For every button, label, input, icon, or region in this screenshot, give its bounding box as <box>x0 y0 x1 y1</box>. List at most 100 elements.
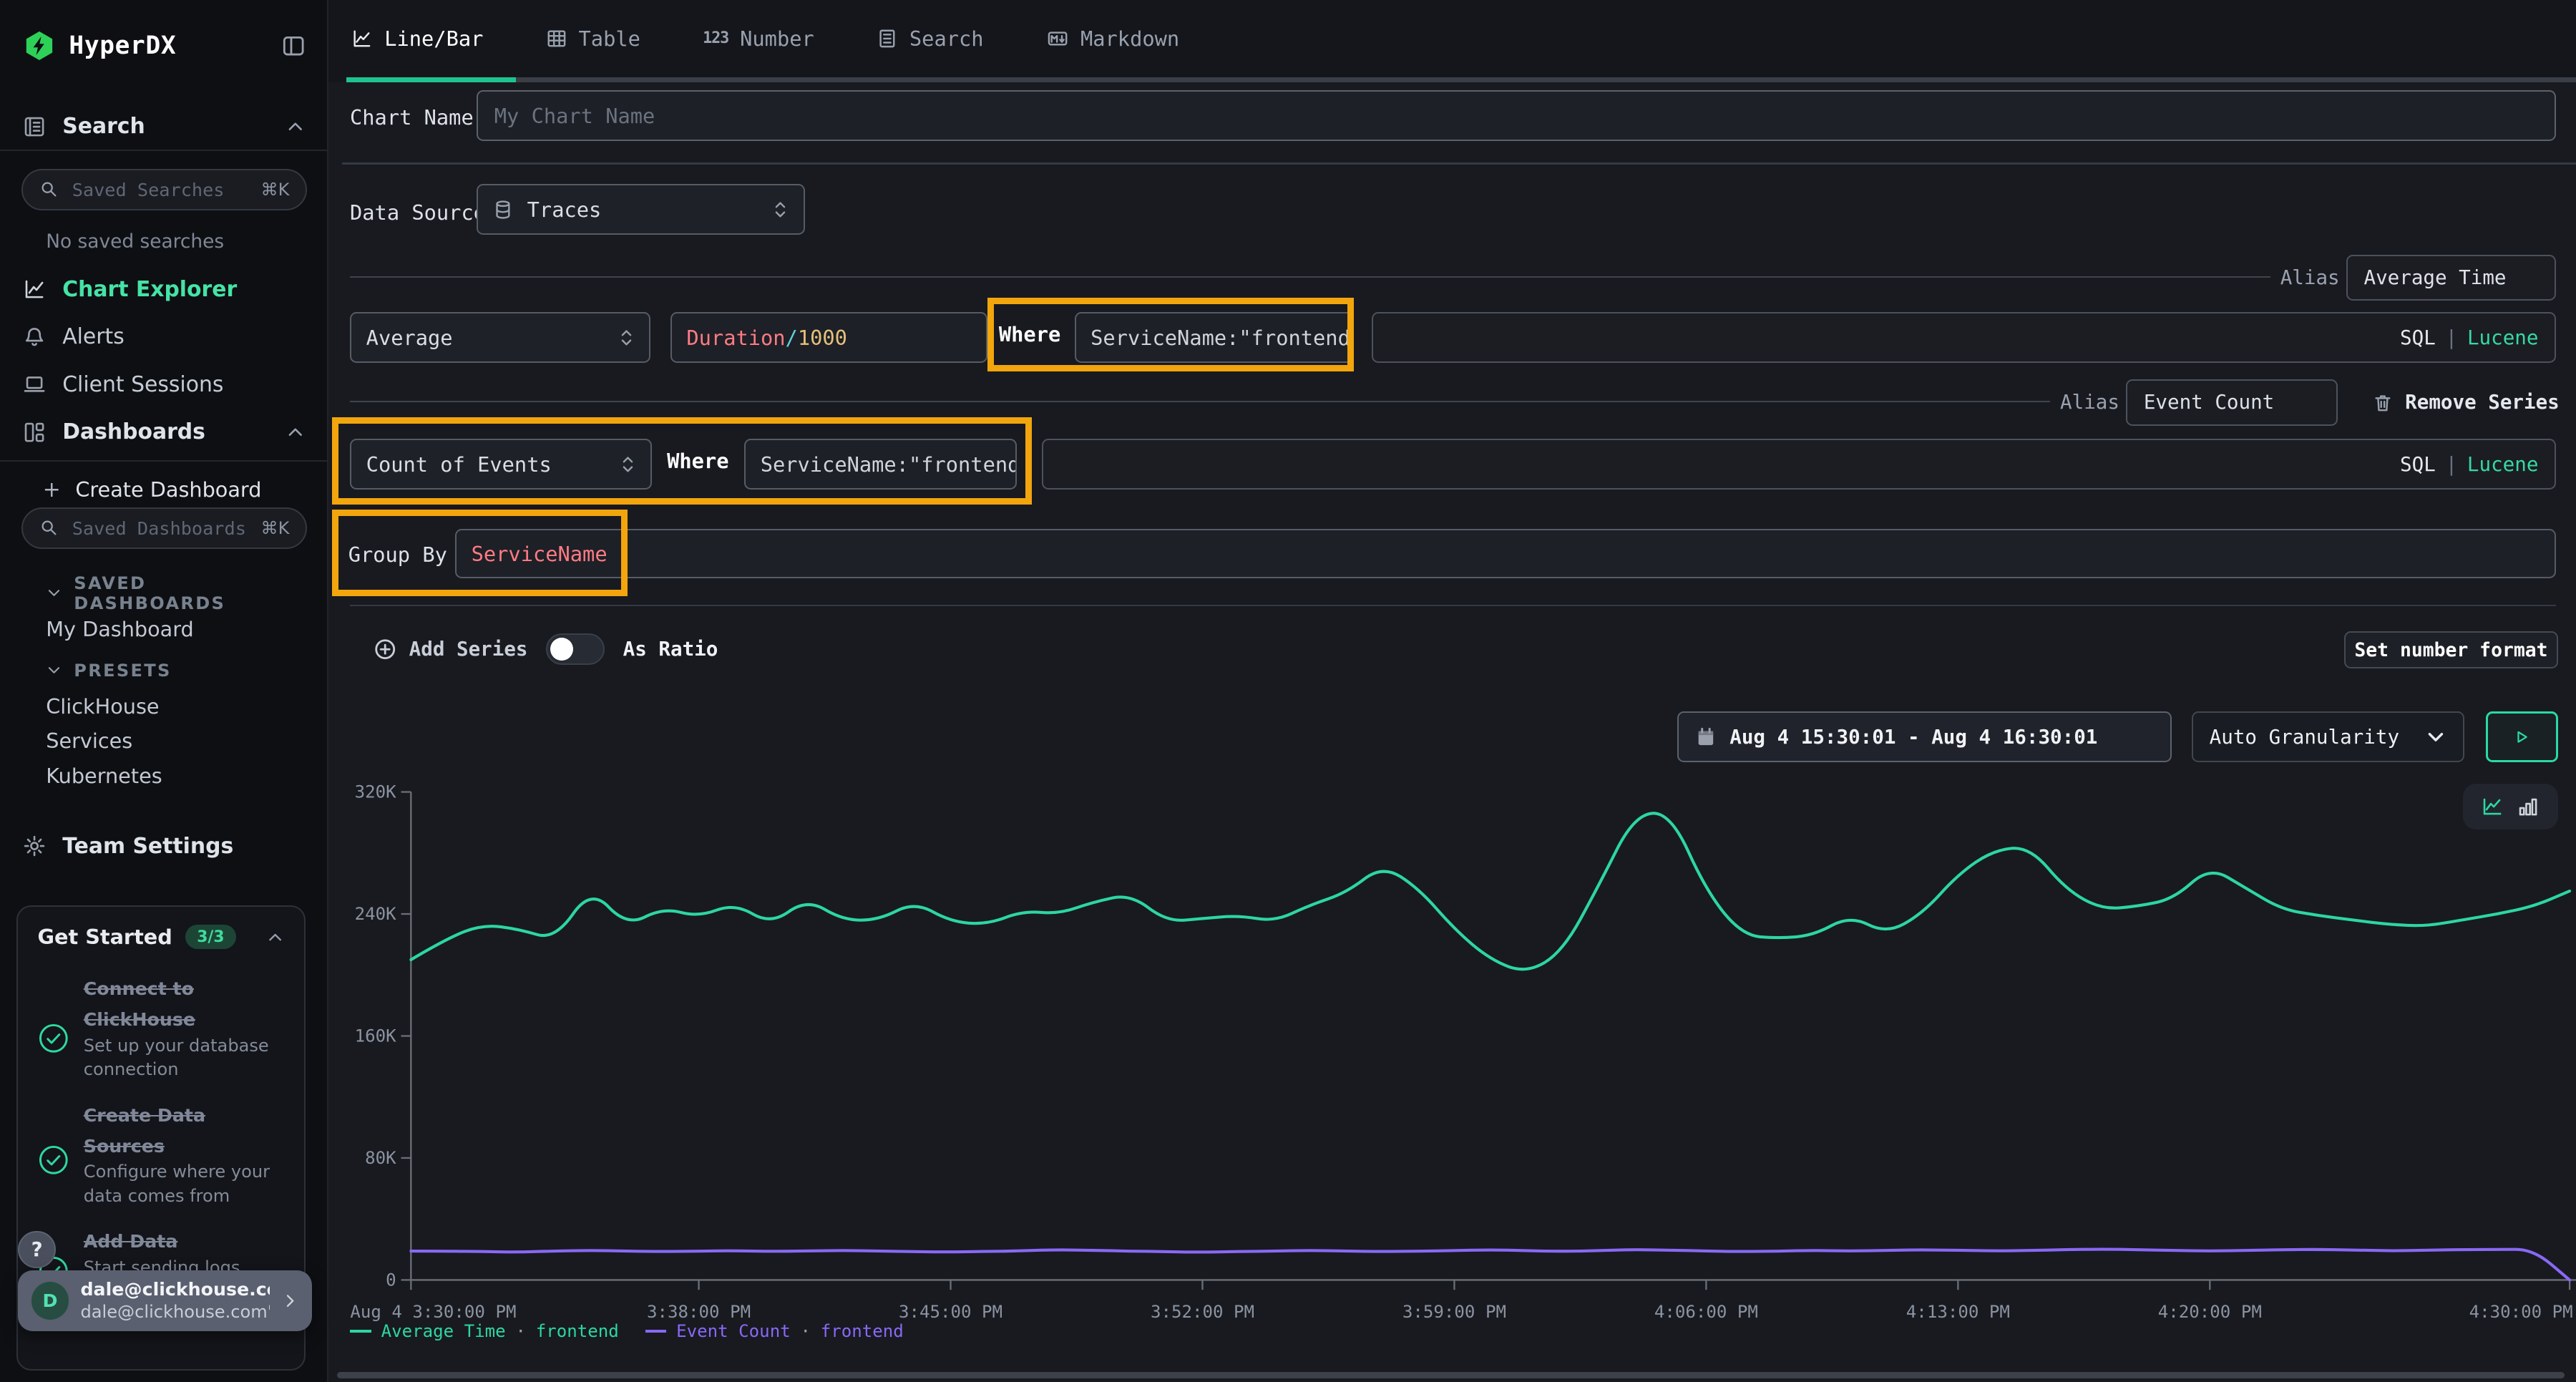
tab-number[interactable]: 123 Number <box>703 26 814 51</box>
legend-item-event-count[interactable]: Event Count · frontend <box>645 1321 904 1341</box>
sql-toggle[interactable]: SQL <box>2400 326 2436 349</box>
series1-where-field[interactable]: ServiceName:"frontend" <box>1075 312 1354 363</box>
timeseries-chart[interactable]: 080K160K240K320KAug 4 3:30:00 PM3:38:00 … <box>337 772 2576 1339</box>
sidebar-item-chart-explorer[interactable]: Chart Explorer <box>0 270 328 309</box>
saved-dashboards-field[interactable] <box>69 516 251 540</box>
toggle-knob <box>550 638 573 661</box>
sql-toggle[interactable]: SQL <box>2400 453 2436 476</box>
chevron-down-icon <box>2425 726 2446 748</box>
user-subtitle: dale@clickhouse.com's <box>80 1301 269 1323</box>
chevron-down-icon <box>46 585 62 601</box>
chevron-up-icon[interactable] <box>286 422 306 442</box>
group-by-label: Group By <box>348 542 447 567</box>
sidebar-section-search[interactable]: Search <box>0 105 328 148</box>
series1-alias-input[interactable] <box>2346 255 2557 301</box>
tab-table[interactable]: Table <box>546 26 640 51</box>
chevron-up-icon[interactable] <box>266 928 284 946</box>
user-email: dale@clickhouse.com <box>80 1278 269 1301</box>
series2-where-field[interactable]: ServiceName:"frontend" <box>744 439 1017 490</box>
help-button[interactable]: ? <box>18 1231 56 1269</box>
sidebar-item-client-sessions[interactable]: Client Sessions <box>0 365 328 404</box>
trash-icon <box>2372 392 2394 414</box>
saved-dashboards-group[interactable]: SAVED DASHBOARDS <box>0 578 328 608</box>
divider <box>0 460 328 462</box>
create-dashboard-label: Create Dashboard <box>75 477 261 502</box>
sidebar-section-dashboards[interactable]: Dashboards <box>0 412 328 452</box>
user-menu[interactable]: D dale@clickhouse.com dale@clickhouse.co… <box>18 1270 312 1331</box>
chart-name-input[interactable] <box>477 90 2557 141</box>
tab-search[interactable]: Search <box>877 26 984 51</box>
divider <box>350 276 2270 278</box>
lucene-toggle[interactable]: Lucene <box>2467 453 2539 476</box>
legend-item-average-time[interactable]: Average Time · frontend <box>350 1321 619 1341</box>
saved-dashboards-input[interactable]: ⌘K <box>21 507 307 548</box>
bell-icon <box>23 326 46 349</box>
get-started-item[interactable]: Create Data Sources Configure where your… <box>18 1082 304 1209</box>
chart-name-label: Chart Name <box>350 105 474 130</box>
saved-searches-field[interactable] <box>69 177 251 202</box>
series2-aggfn-select[interactable]: Count of Events <box>350 439 652 490</box>
nav-label: Alerts <box>62 324 125 349</box>
panel-collapse-icon[interactable] <box>281 34 306 58</box>
sidebar-item-clickhouse[interactable]: ClickHouse <box>0 692 328 721</box>
question-icon: ? <box>31 1238 43 1261</box>
remove-series-button[interactable]: Remove Series <box>2372 391 2560 414</box>
saved-searches-input[interactable]: ⌘K <box>21 169 307 210</box>
x-tick-label: 4:13:00 PM <box>1906 1302 2009 1322</box>
sidebar-item-services[interactable]: Services <box>0 726 328 756</box>
updown-chevrons-icon <box>772 199 789 220</box>
series1-aggfn-select[interactable]: Average <box>350 312 650 363</box>
chart-explorer-icon <box>23 278 46 301</box>
x-tick-label: 3:45:00 PM <box>899 1302 1002 1322</box>
time-range-input[interactable]: Aug 4 15:30:01 - Aug 4 16:30:01 <box>1677 711 2172 762</box>
tab-line-bar[interactable]: Line/Bar <box>351 26 483 51</box>
group-by-field[interactable]: ServiceName <box>455 529 2556 578</box>
circle-plus-icon <box>373 637 397 661</box>
hyperdx-logo-icon <box>23 29 56 62</box>
legend-swatch <box>645 1330 667 1333</box>
horizontal-scrollbar[interactable] <box>337 1372 2565 1378</box>
as-ratio-toggle[interactable] <box>546 633 605 665</box>
section-label: Search <box>62 114 145 139</box>
avatar: D <box>31 1282 69 1320</box>
series2-where-label: Where <box>667 449 728 473</box>
run-query-button[interactable] <box>2486 711 2558 762</box>
series2-query-language-box: SQL | Lucene <box>1042 439 2557 490</box>
main-content: Line/Bar Table 123 Number Search <box>328 0 2576 1382</box>
tab-markdown[interactable]: Markdown <box>1046 26 1179 51</box>
number-123-icon: 123 <box>703 29 728 47</box>
sidebar-item-alerts[interactable]: Alerts <box>0 317 328 356</box>
set-number-format-button[interactable]: Set number format <box>2344 631 2557 669</box>
alias-label: Alias <box>2060 391 2119 414</box>
brand-row: HyperDX <box>0 23 328 69</box>
y-tick-label: 320K <box>354 782 396 802</box>
app-window: HyperDX Search ⌘K No saved searches <box>0 0 2576 1382</box>
get-started-item[interactable]: Connect to ClickHouse Set up your databa… <box>18 959 304 1082</box>
sidebar-item-team-settings[interactable]: Team Settings <box>0 827 328 866</box>
chart-legend: Average Time · frontend Event Count · fr… <box>350 1321 904 1341</box>
nav-label: Client Sessions <box>62 372 223 397</box>
divider <box>350 605 2556 606</box>
shortcut-hint: ⌘K <box>260 180 289 200</box>
line-chart-icon <box>351 28 373 49</box>
x-tick-label: 3:38:00 PM <box>647 1302 751 1322</box>
divider <box>0 150 328 151</box>
check-circle-icon <box>38 1112 69 1209</box>
sidebar-item-my-dashboard[interactable]: My Dashboard <box>0 615 328 644</box>
journal-icon <box>23 115 46 138</box>
series1-expression-field[interactable]: Duration/1000 <box>670 312 987 363</box>
sidebar-item-kubernetes[interactable]: Kubernetes <box>0 761 328 790</box>
create-dashboard-button[interactable]: + Create Dashboard <box>0 475 328 505</box>
series1-query-language-box: SQL | Lucene <box>1372 312 2556 363</box>
markdown-icon <box>1046 28 1069 49</box>
series2-alias-input[interactable] <box>2126 379 2338 425</box>
x-tick-label: 3:52:00 PM <box>1151 1302 1254 1322</box>
brand-name: HyperDX <box>69 31 176 60</box>
chevron-up-icon[interactable] <box>286 117 306 137</box>
lucene-toggle[interactable]: Lucene <box>2467 326 2539 349</box>
granularity-select[interactable]: Auto Granularity <box>2192 711 2464 762</box>
add-series-button[interactable]: Add Series <box>373 637 527 661</box>
presets-group[interactable]: PRESETS <box>0 656 328 685</box>
updown-chevrons-icon <box>620 454 636 475</box>
data-source-select[interactable]: Traces <box>477 184 805 235</box>
